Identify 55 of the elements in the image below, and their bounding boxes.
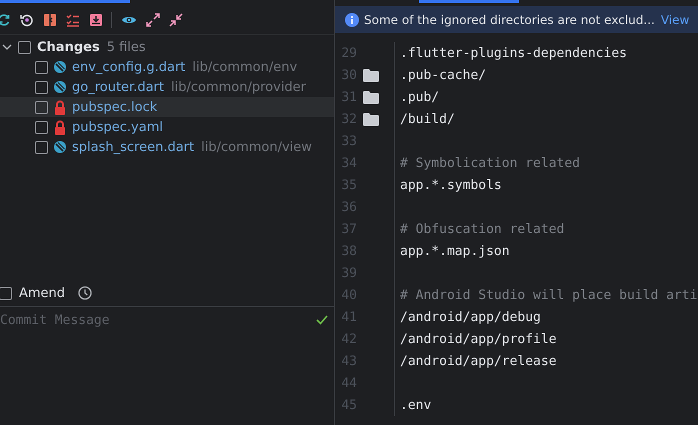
file-name: pubspec.lock — [72, 100, 158, 114]
code-line: app.*.symbols — [400, 178, 502, 192]
code-comment: # Symbolication related — [400, 156, 580, 170]
file-path: lib/common/provider — [171, 80, 306, 94]
checkbox[interactable] — [35, 80, 48, 94]
expand-icon[interactable] — [146, 13, 160, 27]
dart-file-icon — [53, 80, 67, 94]
code-line: /android/app/release — [400, 354, 557, 368]
rollback-icon[interactable] — [20, 13, 34, 27]
info-icon — [345, 12, 359, 26]
code-line: .pub/ — [400, 90, 440, 104]
code-comment: # Android Studio will place build arti — [400, 288, 698, 302]
code-line: /android/app/profile — [400, 332, 557, 346]
chevron-icon[interactable] — [2, 42, 12, 52]
checkbox[interactable] — [35, 120, 48, 134]
file-name: env_config.g.dart — [72, 60, 186, 74]
code-line: .flutter-plugins-dependencies — [400, 46, 627, 60]
file-row[interactable]: splash_screen.dart lib/common/view — [0, 137, 334, 157]
checkbox[interactable] — [18, 40, 31, 54]
code-comment: # Obfuscation related — [400, 222, 564, 236]
view-link[interactable]: View — [660, 12, 690, 26]
banner-text: Some of the ignored directories are not exclud... — [364, 12, 655, 26]
clock-icon[interactable] — [78, 286, 92, 300]
code-line: .pub-cache/ — [400, 68, 486, 82]
amend-label: Amend — [19, 286, 66, 300]
file-name: splash_screen.dart — [72, 140, 194, 154]
checklist-icon[interactable] — [66, 13, 80, 27]
diff-icon[interactable] — [43, 13, 57, 27]
code-line: /android/app/debug — [400, 310, 541, 324]
file-row[interactable]: go_router.dart lib/common/provider — [0, 77, 334, 97]
dart-file-icon — [53, 60, 67, 74]
group-label: Changes — [37, 40, 100, 54]
lock-icon — [53, 100, 67, 114]
lock-icon — [53, 120, 67, 134]
code-line: app.*.map.json — [400, 244, 510, 258]
file-path: lib/common/env — [192, 60, 298, 74]
checkbox[interactable] — [35, 60, 48, 74]
commit-message-field[interactable]: Commit Message — [0, 310, 320, 335]
checkbox[interactable] — [35, 140, 48, 154]
file-name: go_router.dart — [72, 80, 164, 94]
file-row[interactable]: pubspec.yaml — [0, 117, 334, 137]
file-row[interactable]: pubspec.lock — [0, 97, 334, 117]
checkbox[interactable] — [0, 286, 12, 300]
refresh-icon[interactable] — [0, 13, 11, 27]
code-line: /build/ — [400, 112, 455, 126]
file-count: 5 files — [106, 40, 146, 54]
file-path: lib/common/view — [201, 140, 312, 154]
collapse-icon[interactable] — [169, 13, 183, 27]
dart-file-icon — [53, 140, 67, 154]
code-line: .env — [400, 398, 432, 412]
file-row[interactable]: env_config.g.dart lib/common/env — [0, 57, 334, 77]
file-name: pubspec.yaml — [72, 120, 163, 134]
checkbox[interactable] — [35, 100, 48, 114]
shelve-icon[interactable] — [89, 13, 103, 27]
check-icon — [316, 315, 328, 325]
